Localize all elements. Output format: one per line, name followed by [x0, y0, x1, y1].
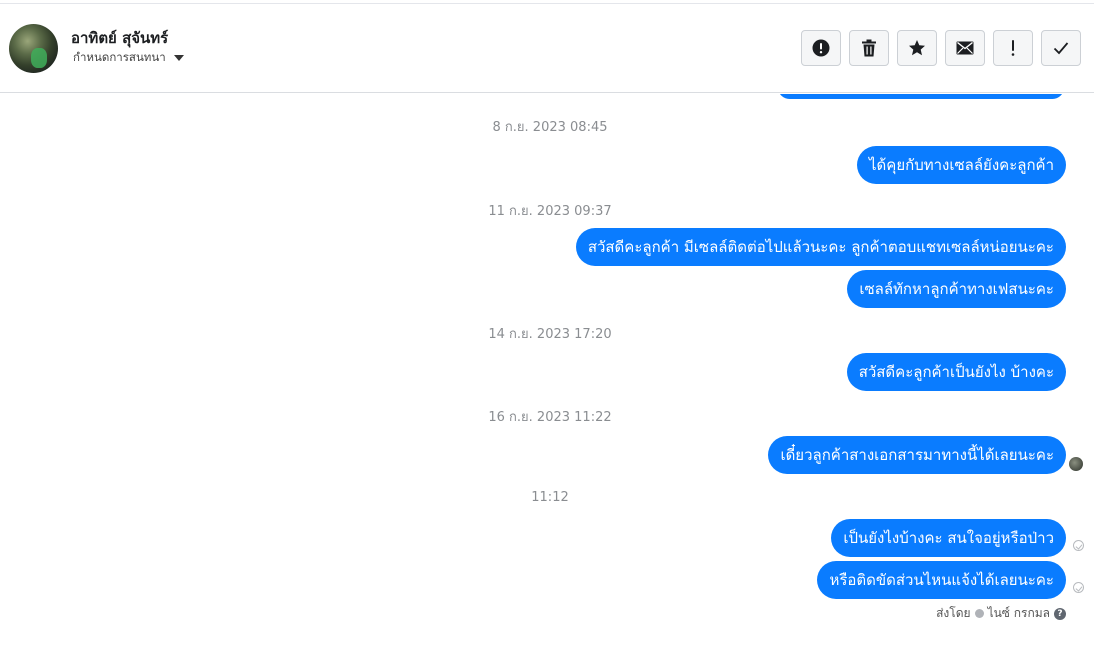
message-bubble[interactable]: เซลล์ทักหาลูกค้าทางเฟสนะคะ — [847, 270, 1066, 308]
sent-by-label: ส่งโดย — [936, 606, 971, 620]
message-bubble[interactable]: สวัสดีคะลูกค้า มีเซลล์ติดต่อไปแล้วนะคะ ล… — [575, 228, 1066, 266]
follow-up-button[interactable] — [993, 30, 1033, 66]
timestamp: 14 ก.ย. 2023 17:20 — [488, 327, 612, 342]
sent-by-name[interactable]: ไนซ์ กรกมล — [988, 604, 1050, 623]
contact-avatar[interactable] — [9, 24, 58, 73]
spam-button[interactable] — [801, 30, 841, 66]
message-bubble[interactable]: เป็นยังไงบ้างคะ สนใจอยู่หรือป่าว — [831, 519, 1066, 557]
delivered-check-icon — [1073, 582, 1084, 593]
contact-name[interactable]: อาทิตย์ สุจันทร์ — [71, 26, 168, 50]
message-bubble[interactable]: หรือติดขัดส่วนไหนแจ้งได้เลยนะคะ — [817, 561, 1066, 599]
conversation-header: อาทิตย์ สุจันทร์ กำหนดการสนทนา — [0, 4, 1094, 93]
conversation-actions — [801, 30, 1081, 66]
envelope-icon — [956, 41, 974, 55]
exclamation-icon — [1011, 40, 1015, 56]
delete-button[interactable] — [849, 30, 889, 66]
delivered-check-icon — [1073, 540, 1084, 551]
timestamp: 8 ก.ย. 2023 08:45 — [492, 120, 608, 135]
assign-conversation-dropdown[interactable]: กำหนดการสนทนา — [73, 49, 184, 67]
caret-down-icon — [173, 55, 184, 61]
trash-icon — [862, 39, 876, 57]
star-icon — [909, 40, 925, 56]
sent-by-info: ส่งโดย ไนซ์ กรกมล ? — [936, 604, 1066, 623]
check-icon — [1053, 42, 1069, 55]
message-bubble-partial — [778, 94, 1064, 99]
message-bubble[interactable]: สวัสดีคะลูกค้าเป็นยังไง บ้างคะ — [846, 353, 1066, 391]
mark-unread-button[interactable] — [945, 30, 985, 66]
timestamp: 16 ก.ย. 2023 11:22 — [488, 410, 612, 425]
star-button[interactable] — [897, 30, 937, 66]
alert-circle-icon — [812, 39, 830, 57]
verified-icon — [974, 609, 984, 618]
message-bubble[interactable]: ได้คุยกับทางเซลล์ยังคะลูกค้า — [857, 146, 1066, 184]
assign-conversation-label: กำหนดการสนทนา — [73, 50, 166, 64]
seen-avatar — [1069, 457, 1083, 471]
message-thread[interactable]: 8 ก.ย. 2023 08:45 ได้คุยกับทางเซลล์ยังคะ… — [0, 94, 1094, 663]
message-bubble[interactable]: เดี๋ยวลูกค้าสางเอกสารมาทางนี้ได้เลยนะคะ — [768, 436, 1066, 474]
help-icon[interactable]: ? — [1054, 607, 1066, 620]
done-button[interactable] — [1041, 30, 1081, 66]
timestamp: 11:12 — [531, 490, 569, 505]
timestamp: 11 ก.ย. 2023 09:37 — [488, 204, 612, 219]
